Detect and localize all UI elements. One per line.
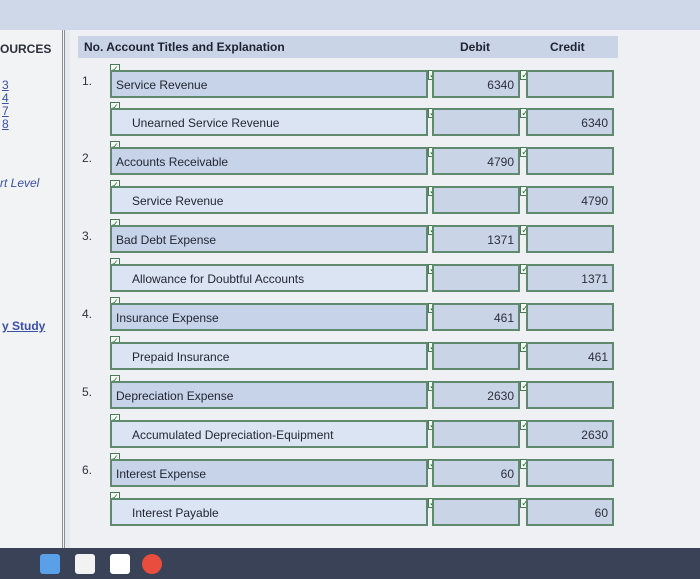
sidebar-part-level[interactable]: rt Level xyxy=(0,176,39,190)
debit-field[interactable]: 461 xyxy=(432,303,520,331)
sidebar-link-7[interactable]: 7 xyxy=(2,104,9,118)
table-header: No. Account Titles and Explanation Debit… xyxy=(78,36,618,58)
debit-field[interactable]: 6340 xyxy=(432,70,520,98)
debit-field[interactable]: 4790 xyxy=(432,147,520,175)
journal-row: ✓Prepaid Insurance✓✓461 xyxy=(70,336,700,374)
account-title-field[interactable]: Interest Payable xyxy=(110,498,428,526)
entry-number: 6. xyxy=(82,463,93,477)
chrome-icon[interactable] xyxy=(142,554,162,574)
debit-field[interactable] xyxy=(432,420,520,448)
journal-row: 5.✓Depreciation Expense✓2630✓ xyxy=(70,375,700,413)
credit-field[interactable] xyxy=(526,459,614,487)
sidebar-link-3[interactable]: 3 xyxy=(2,78,9,92)
credit-field[interactable]: 60 xyxy=(526,498,614,526)
sidebar-link-4[interactable]: 4 xyxy=(2,91,9,105)
windows-icon[interactable] xyxy=(40,554,60,574)
journal-row: 1.✓Service Revenue✓6340✓ xyxy=(70,64,700,102)
sidebar-title: OURCES xyxy=(0,42,52,56)
account-title-field[interactable]: Insurance Expense xyxy=(110,303,428,331)
journal-entry-table: No. Account Titles and Explanation Debit… xyxy=(70,30,700,548)
debit-field[interactable]: 2630 xyxy=(432,381,520,409)
credit-field[interactable] xyxy=(526,225,614,253)
journal-row: ✓Accumulated Depreciation-Equipment✓✓263… xyxy=(70,414,700,452)
debit-field[interactable] xyxy=(432,342,520,370)
credit-field[interactable]: 2630 xyxy=(526,420,614,448)
browser-top-bar xyxy=(0,0,700,30)
credit-field[interactable]: 1371 xyxy=(526,264,614,292)
taskbar xyxy=(0,548,700,579)
credit-field[interactable] xyxy=(526,303,614,331)
credit-field[interactable]: 461 xyxy=(526,342,614,370)
entry-number: 2. xyxy=(82,151,93,165)
journal-row: 4.✓Insurance Expense✓461✓ xyxy=(70,297,700,335)
account-title-field[interactable]: Unearned Service Revenue xyxy=(110,108,428,136)
sidebar-study-link[interactable]: y Study xyxy=(2,319,45,333)
account-title-field[interactable]: Bad Debt Expense xyxy=(110,225,428,253)
credit-field[interactable] xyxy=(526,70,614,98)
entry-number: 1. xyxy=(82,74,93,88)
entry-number: 5. xyxy=(82,385,93,399)
file-explorer-icon[interactable] xyxy=(110,554,130,574)
account-title-field[interactable]: Accumulated Depreciation-Equipment xyxy=(110,420,428,448)
debit-field[interactable] xyxy=(432,264,520,292)
credit-field[interactable] xyxy=(526,381,614,409)
journal-row: ✓Service Revenue✓✓4790 xyxy=(70,180,700,218)
account-title-field[interactable]: Accounts Receivable xyxy=(110,147,428,175)
header-account-titles: No. Account Titles and Explanation xyxy=(84,40,285,54)
header-debit: Debit xyxy=(460,40,490,54)
credit-field[interactable]: 4790 xyxy=(526,186,614,214)
entry-number: 4. xyxy=(82,307,93,321)
sidebar-link-8[interactable]: 8 xyxy=(2,117,9,131)
account-title-field[interactable]: Prepaid Insurance xyxy=(110,342,428,370)
account-title-field[interactable]: Interest Expense xyxy=(110,459,428,487)
journal-row: ✓Unearned Service Revenue✓✓6340 xyxy=(70,102,700,140)
header-credit: Credit xyxy=(550,40,585,54)
entry-number: 3. xyxy=(82,229,93,243)
debit-field[interactable]: 60 xyxy=(432,459,520,487)
account-title-field[interactable]: Service Revenue xyxy=(110,70,428,98)
app-icon[interactable] xyxy=(75,554,95,574)
debit-field[interactable] xyxy=(432,498,520,526)
journal-row: 3.✓Bad Debt Expense✓1371✓ xyxy=(70,219,700,257)
debit-field[interactable] xyxy=(432,186,520,214)
journal-row: 6.✓Interest Expense✓60✓ xyxy=(70,453,700,491)
account-title-field[interactable]: Allowance for Doubtful Accounts xyxy=(110,264,428,292)
journal-row: 2.✓Accounts Receivable✓4790✓ xyxy=(70,141,700,179)
credit-field[interactable]: 6340 xyxy=(526,108,614,136)
account-title-field[interactable]: Depreciation Expense xyxy=(110,381,428,409)
credit-field[interactable] xyxy=(526,147,614,175)
resources-sidebar: OURCES 3 4 7 8 rt Level y Study xyxy=(0,30,65,548)
journal-row: ✓Allowance for Doubtful Accounts✓✓1371 xyxy=(70,258,700,296)
account-title-field[interactable]: Service Revenue xyxy=(110,186,428,214)
journal-row: ✓Interest Payable✓✓60 xyxy=(70,492,700,530)
debit-field[interactable]: 1371 xyxy=(432,225,520,253)
debit-field[interactable] xyxy=(432,108,520,136)
